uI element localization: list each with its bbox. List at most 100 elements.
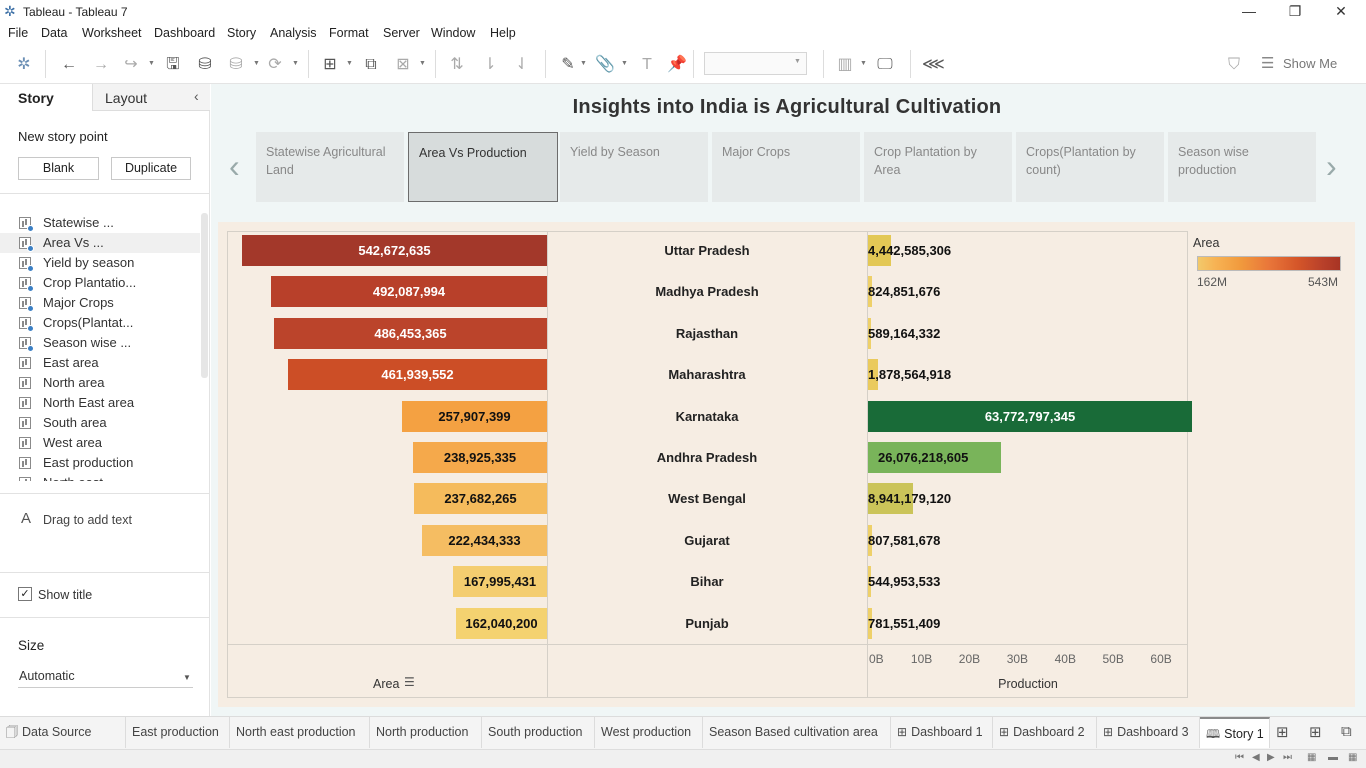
sheet-tab[interactable]: South production [482,717,595,748]
show-me-button[interactable]: Show Me [1283,56,1337,71]
refresh-icon[interactable]: ⟳ [265,55,285,75]
collapse-sidebar-icon[interactable]: ‹ [194,88,199,104]
chevron-down-icon[interactable]: ▼ [253,60,260,67]
previous-sheet-icon[interactable]: ◀ [1252,752,1260,763]
tab-story[interactable]: Story [0,84,92,111]
menu-window[interactable]: Window [431,26,475,40]
sheet-tab[interactable]: East production [126,717,230,748]
menu-story[interactable]: Story [227,26,256,40]
show-labels-icon[interactable]: T [637,55,657,75]
next-sheet-icon[interactable]: ▶ [1267,752,1275,763]
new-worksheet-icon[interactable]: ⊞ [320,55,340,75]
story-point-4[interactable]: Major Crops [712,132,862,202]
show-sheet-sorter-icon[interactable]: ▦ [1348,752,1357,763]
last-sheet-icon[interactable]: ⏭ [1283,752,1292,763]
new-data-source-icon[interactable]: ⛁ [195,55,215,75]
sheet-list-item[interactable]: Crops(Plantat... [0,313,200,333]
sheet-list-item[interactable]: Major Crops [0,293,200,313]
area-bar[interactable]: 542,672,635 [242,235,547,266]
next-story-point-arrow[interactable]: › [1326,148,1337,185]
presentation-mode-icon[interactable]: 🖵 [875,55,895,75]
sheet-list-item[interactable]: Yield by season [0,253,200,273]
story-point-5[interactable]: Crop Plantation by Area [864,132,1014,202]
sort-ascending-icon[interactable]: ⇂ [480,55,500,75]
menu-help[interactable]: Help [490,26,516,40]
menu-analysis[interactable]: Analysis [270,26,317,40]
sheet-list-item[interactable]: Crop Plantatio... [0,273,200,293]
sheet-tab[interactable]: North production [370,717,482,748]
tableau-home-icon[interactable]: ✲ [14,55,34,75]
story-point-3[interactable]: Yield by Season [560,132,710,202]
area-bar[interactable]: 238,925,335 [413,442,547,473]
highlight-icon[interactable]: ✎ [558,55,578,75]
sheet-tab[interactable]: North east production [230,717,370,748]
size-select[interactable]: Automatic [18,668,193,688]
new-story-tab-icon[interactable]: ⧉ [1341,723,1352,740]
menu-file[interactable]: File [8,26,28,40]
area-bar[interactable]: 492,087,994 [271,276,547,307]
sheet-list-item[interactable]: North east ... [0,473,200,481]
sort-descending-icon[interactable]: ⇃ [512,55,532,75]
sheet-tab[interactable]: 🗍 Data Source [0,717,126,748]
swap-rows-columns-icon[interactable]: ⇅ [447,55,467,75]
sheet-tab[interactable]: 🕮 Story 1 [1200,717,1270,748]
sheet-list-scrollbar[interactable] [201,213,208,378]
show-filmstrip-icon[interactable]: ▦ [1307,752,1316,763]
sheet-tab[interactable]: ⊞ Dashboard 2 [993,717,1097,748]
story-point-2[interactable]: Area Vs Production [408,132,558,202]
area-bar[interactable]: 257,907,399 [402,401,547,432]
maximize-button[interactable]: ❐ [1272,0,1318,23]
menu-data[interactable]: Data [41,26,67,40]
pause-updates-icon[interactable]: ⛁ [226,55,246,75]
new-dashboard-tab-icon[interactable]: ⊞ [1309,723,1322,741]
format-painter-icon[interactable]: ⛉ [1224,55,1244,75]
area-bar[interactable]: 167,995,431 [453,566,547,597]
redo-icon[interactable]: → [91,55,111,75]
area-bar[interactable]: 162,040,200 [456,608,547,639]
clear-sheet-icon[interactable]: ⊠ [393,55,413,75]
sheet-tab[interactable]: ⊞ Dashboard 1 [891,717,993,748]
chevron-down-icon[interactable]: ▼ [860,60,867,67]
sheet-list-item[interactable]: East area [0,353,200,373]
drag-to-add-text[interactable]: Drag to add text [43,513,132,527]
sheet-tab[interactable]: ⊞ Dashboard 3 [1097,717,1200,748]
sheet-list-item[interactable]: Season wise ... [0,333,200,353]
duplicate-button[interactable]: Duplicate [111,157,191,180]
story-point-7[interactable]: Season wise production [1168,132,1318,202]
sheet-list-item[interactable]: East production [0,453,200,473]
area-bar[interactable]: 237,682,265 [414,483,547,514]
sheet-list-item[interactable]: West area [0,433,200,453]
chevron-down-icon[interactable]: ▼ [292,60,299,67]
sheet-list-item[interactable]: Statewise ... [0,213,200,233]
fix-axes-icon[interactable]: 📌 [667,55,687,75]
new-worksheet-tab-icon[interactable]: ⊞ [1276,723,1289,741]
show-cards-icon[interactable]: ▥ [835,55,855,75]
chevron-down-icon[interactable]: ▼ [148,60,155,67]
menu-server[interactable]: Server [383,26,420,40]
minimize-button[interactable]: — [1226,0,1272,23]
sheet-list-item[interactable]: North area [0,373,200,393]
area-bar[interactable]: 222,434,333 [422,525,547,556]
save-icon[interactable]: 🖫 [163,55,183,75]
share-icon[interactable]: ⋘ [922,55,945,75]
chevron-down-icon[interactable]: ▼ [580,60,587,67]
sheet-tab[interactable]: Season Based cultivation area [703,717,891,748]
previous-story-point-arrow[interactable]: ‹ [229,148,240,185]
sheet-tab[interactable]: West production [595,717,703,748]
story-point-6[interactable]: Crops(Plantation by count) [1016,132,1166,202]
duplicate-sheet-icon[interactable]: ⧉ [361,55,381,75]
area-bar[interactable]: 461,939,552 [288,359,547,390]
menu-dashboard[interactable]: Dashboard [154,26,215,40]
sheet-list-item[interactable]: Area Vs ... [0,233,200,253]
group-members-icon[interactable]: 📎 [595,55,615,75]
menu-format[interactable]: Format [329,26,369,40]
sort-icon[interactable]: ☰ [404,675,415,689]
sheet-list-item[interactable]: North East area [0,393,200,413]
legend-color-ramp[interactable] [1197,256,1341,271]
chevron-down-icon[interactable]: ▼ [346,60,353,67]
chevron-down-icon[interactable]: ▼ [621,60,628,67]
show-title-checkbox[interactable]: ✓ [18,587,32,601]
tab-layout[interactable]: Layout [92,84,210,111]
first-sheet-icon[interactable]: ⏮ [1235,752,1244,763]
menu-worksheet[interactable]: Worksheet [82,26,142,40]
